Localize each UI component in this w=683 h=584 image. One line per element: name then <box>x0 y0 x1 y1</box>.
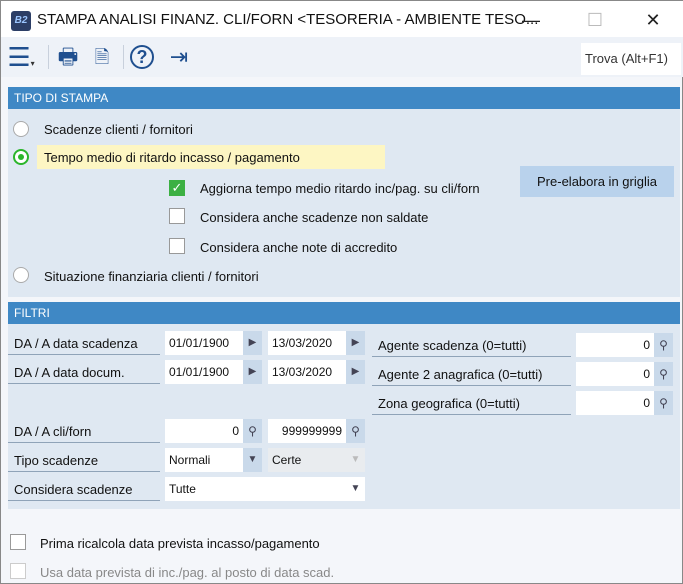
help-icon[interactable]: ? <box>130 45 154 69</box>
tipo-scadenze-2-select: Certe <box>268 448 346 472</box>
window-title: STAMPA ANALISI FINANZ. CLI/FORN <TESORER… <box>37 11 539 28</box>
minimize-button[interactable]: — <box>511 7 551 33</box>
checkbox-label: Prima ricalcola data prevista incasso/pa… <box>40 536 320 551</box>
separator <box>123 45 124 69</box>
chevron-down-icon[interactable]: ▼ <box>243 448 262 472</box>
search-icon[interactable]: ⚲ <box>654 391 673 415</box>
radio-tempo-medio[interactable] <box>13 149 29 165</box>
checkbox-label: Aggiorna tempo medio ritardo inc/pag. su… <box>200 181 480 196</box>
arrow-right-icon[interactable]: ▶ <box>243 331 262 355</box>
print-preview-icon[interactable]: 🗎 <box>88 43 116 71</box>
checkbox-aggiorna[interactable]: ✓ <box>169 180 185 196</box>
arrow-right-icon[interactable]: ▶ <box>243 360 262 384</box>
radio-label: Tempo medio di ritardo incasso / pagamen… <box>44 150 300 165</box>
checkbox-label: Considera anche note di accredito <box>200 240 398 255</box>
checkbox-note-accredito[interactable] <box>169 238 185 254</box>
exit-icon[interactable]: ⇥ <box>165 43 193 71</box>
checkbox-ricalcola[interactable] <box>10 534 26 550</box>
print-icon[interactable]: 🖶 <box>54 43 82 71</box>
considera-scadenze-select[interactable]: Tutte <box>165 477 346 501</box>
close-button[interactable]: ✕ <box>633 7 673 33</box>
data-scadenza-to[interactable]: 13/03/2020 <box>268 331 346 355</box>
checkbox-label: Usa data prevista di inc./pag. al posto … <box>40 565 335 580</box>
checkbox-non-saldate[interactable] <box>169 208 185 224</box>
title-bar: B2 STAMPA ANALISI FINANZ. CLI/FORN <TESO… <box>1 1 683 37</box>
search-icon[interactable]: ⚲ <box>654 333 673 357</box>
panel-header: TIPO DI STAMPA <box>8 87 680 109</box>
arrow-right-icon[interactable]: ▶ <box>346 360 365 384</box>
chevron-down-icon[interactable]: ▼ <box>346 477 365 501</box>
maximize-button[interactable]: ☐ <box>575 7 615 33</box>
checkbox-usa-data <box>10 563 26 579</box>
app-logo: B2 <box>11 11 31 31</box>
field-label: DA / A cli/forn <box>8 419 160 443</box>
data-docum-from[interactable]: 01/01/1900 <box>165 360 243 384</box>
checkbox-label: Considera anche scadenze non saldate <box>200 210 429 225</box>
radio-label: Scadenze clienti / fornitori <box>44 122 193 137</box>
search-icon[interactable]: ⚲ <box>243 419 262 443</box>
agente2-input[interactable]: 0 <box>576 362 654 386</box>
arrow-right-icon[interactable]: ▶ <box>346 331 365 355</box>
search-icon[interactable]: ⚲ <box>654 362 673 386</box>
field-label: Tipo scadenze <box>8 448 160 472</box>
pre-elabora-button[interactable]: Pre-elabora in griglia <box>520 166 674 197</box>
separator <box>48 45 49 69</box>
data-scadenza-from[interactable]: 01/01/1900 <box>165 331 243 355</box>
data-docum-to[interactable]: 13/03/2020 <box>268 360 346 384</box>
chevron-down-icon: ▼ <box>346 448 365 472</box>
cli-forn-to[interactable]: 999999999 <box>268 419 346 443</box>
agente-scadenza-input[interactable]: 0 <box>576 333 654 357</box>
radio-situazione[interactable] <box>13 267 29 283</box>
tipo-scadenze-select[interactable]: Normali <box>165 448 243 472</box>
panel-header: FILTRI <box>8 302 680 324</box>
field-label: Considera scadenze <box>8 477 160 501</box>
search-icon[interactable]: ⚲ <box>346 419 365 443</box>
zona-input[interactable]: 0 <box>576 391 654 415</box>
cli-forn-from[interactable]: 0 <box>165 419 243 443</box>
field-label: DA / A data scadenza <box>8 331 160 355</box>
field-label: Zona geografica (0=tutti) <box>372 391 571 415</box>
menu-icon[interactable]: ☰▾ <box>7 43 35 71</box>
radio-label: Situazione finanziaria clienti / fornito… <box>44 269 259 284</box>
search-box[interactable]: Trova (Alt+F1) <box>581 43 681 75</box>
field-label: DA / A data docum. <box>8 360 160 384</box>
radio-scadenze[interactable] <box>13 121 29 137</box>
field-label: Agente scadenza (0=tutti) <box>372 333 571 357</box>
field-label: Agente 2 anagrafica (0=tutti) <box>372 362 571 386</box>
